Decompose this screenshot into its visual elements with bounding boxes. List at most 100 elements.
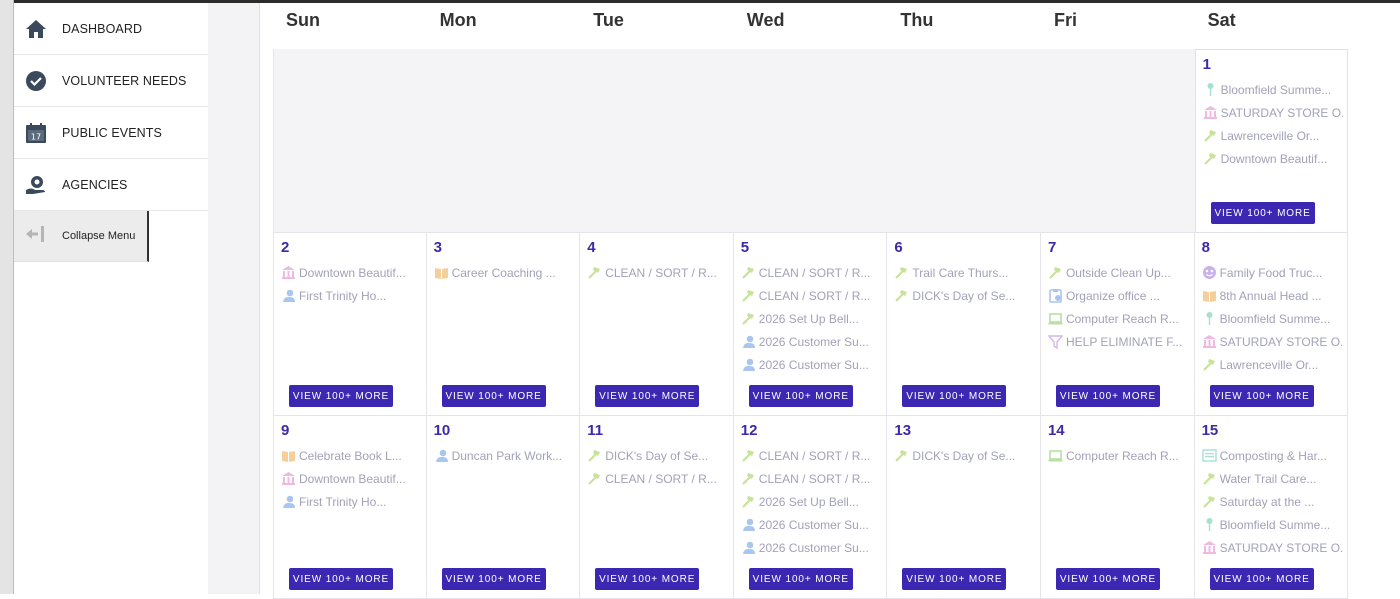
view-more-button[interactable]: VIEW 100+ MORE xyxy=(902,385,1007,407)
event-item[interactable]: Saturday at the ... xyxy=(1202,490,1344,513)
view-more-button[interactable]: VIEW 100+ MORE xyxy=(441,385,546,407)
view-more-button[interactable]: VIEW 100+ MORE xyxy=(289,385,393,407)
event-item[interactable]: Bloomfield Summe... xyxy=(1203,78,1344,101)
calendar-day-cell[interactable]: 1 Bloomfield Summe... SATURDAY STORE O... L… xyxy=(1194,49,1349,233)
calendar-day-cell[interactable]: 4 CLEAN / SORT / R... VIEW 100+ MORE xyxy=(580,233,734,416)
view-more-button[interactable]: VIEW 100+ MORE xyxy=(1055,385,1160,407)
event-title: CLEAN / SORT / R... xyxy=(758,448,871,463)
event-item[interactable]: 2026 Set Up Bell... xyxy=(741,307,883,330)
calendar-day-cell[interactable]: 7 Outside Clean Up... Organize office ... C… xyxy=(1040,233,1195,416)
event-item[interactable]: Family Food Truc... xyxy=(1202,261,1344,284)
calendar-day-cell[interactable]: 10 Duncan Park Work... VIEW 100+ MORE xyxy=(426,416,581,599)
sidebar-item-volunteer-needs[interactable]: VOLUNTEER NEEDS xyxy=(14,55,208,107)
event-item[interactable]: First Trinity Ho... xyxy=(281,490,422,513)
event-item[interactable]: Organize office ... xyxy=(1048,284,1190,307)
event-item[interactable]: Downtown Beautif... xyxy=(281,467,422,490)
event-item[interactable]: DICK's Day of Se... xyxy=(894,284,1036,307)
pin-icon xyxy=(1202,517,1217,532)
event-title: Computer Reach R... xyxy=(1065,311,1179,326)
sidebar-item-public-events[interactable]: 17 PUBLIC EVENTS xyxy=(14,107,208,159)
event-item[interactable]: CLEAN / SORT / R... xyxy=(741,444,883,467)
event-item[interactable]: CLEAN / SORT / R... xyxy=(587,467,729,490)
view-more-button[interactable]: VIEW 100+ MORE xyxy=(595,385,700,407)
event-item[interactable]: 2026 Customer Su... xyxy=(741,353,883,376)
view-more-button[interactable]: VIEW 100+ MORE xyxy=(595,568,700,590)
event-item[interactable]: Bloomfield Summe... xyxy=(1202,307,1344,330)
sidebar-item-dashboard[interactable]: DASHBOARD xyxy=(14,3,208,55)
content-gutter xyxy=(208,3,260,594)
event-item[interactable]: CLEAN / SORT / R... xyxy=(587,261,729,284)
event-item[interactable]: 2026 Customer Su... xyxy=(741,536,883,559)
event-item[interactable]: SATURDAY STORE O... xyxy=(1203,101,1343,124)
calendar-day-cell[interactable]: 5 CLEAN / SORT / R... CLEAN / SORT / R... 2… xyxy=(733,233,888,416)
day-number: 6 xyxy=(894,239,903,256)
home-icon xyxy=(24,17,48,41)
event-item[interactable]: Trail Care Thurs... xyxy=(894,261,1036,284)
hammer-icon xyxy=(587,265,602,280)
event-item[interactable]: Lawrenceville Or... xyxy=(1202,353,1344,376)
event-item[interactable]: SATURDAY STORE O... xyxy=(1202,536,1343,559)
day-of-week-wed: Wed xyxy=(746,10,785,30)
event-item[interactable]: 2026 Customer Su... xyxy=(741,330,883,353)
calendar-day-cell[interactable]: 11 DICK's Day of Se... CLEAN / SORT / R...… xyxy=(580,416,734,599)
event-item[interactable]: DICK's Day of Se... xyxy=(587,444,729,467)
event-item[interactable]: Downtown Beautif... xyxy=(281,261,422,284)
event-item[interactable]: CLEAN / SORT / R... xyxy=(741,467,883,490)
sidebar-item-agencies[interactable]: AGENCIES xyxy=(14,159,208,211)
event-item[interactable]: First Trinity Ho... xyxy=(281,284,422,307)
event-title: CLEAN / SORT / R... xyxy=(605,265,717,280)
calendar-day-cell[interactable]: 6 Trail Care Thurs... DICK's Day of Se... V… xyxy=(887,233,1041,416)
event-item[interactable]: CLEAN / SORT / R... xyxy=(741,284,883,307)
event-item[interactable]: CLEAN / SORT / R... xyxy=(741,261,883,284)
calendar-day-cell[interactable]: 15 Composting & Har... Water Trail Care...… xyxy=(1194,416,1349,599)
book-icon xyxy=(281,448,296,463)
view-more-button[interactable]: VIEW 100+ MORE xyxy=(748,568,853,590)
view-more-button[interactable]: VIEW 100+ MORE xyxy=(1210,202,1315,224)
view-more-button[interactable]: VIEW 100+ MORE xyxy=(748,385,853,407)
view-more-button[interactable]: VIEW 100+ MORE xyxy=(1055,568,1160,590)
calendar-day-cell[interactable]: 13 DICK's Day of Se... VIEW 100+ MORE xyxy=(887,416,1041,599)
event-list: Celebrate Book L... Downtown Beautif... Fi… xyxy=(281,444,422,513)
view-more-button[interactable]: VIEW 100+ MORE xyxy=(902,568,1007,590)
event-item[interactable]: Composting & Har... xyxy=(1201,444,1344,467)
event-item[interactable]: Duncan Park Work... xyxy=(434,444,576,467)
event-item[interactable]: HELP ELIMINATE F... xyxy=(1047,330,1190,353)
calendar-day-cell[interactable]: 12 CLEAN / SORT / R... CLEAN / SORT / R...… xyxy=(733,416,888,599)
event-item[interactable]: Bloomfield Summe... xyxy=(1202,513,1344,536)
svg-text:17: 17 xyxy=(31,132,41,141)
view-more-button[interactable]: VIEW 100+ MORE xyxy=(1209,568,1314,590)
event-list: CLEAN / SORT / R... CLEAN / SORT / R... 20… xyxy=(741,261,883,376)
event-item[interactable]: 2026 Set Up Bell... xyxy=(741,490,883,513)
event-item[interactable]: 2026 Customer Su... xyxy=(741,513,883,536)
calendar-day-cell[interactable]: 3 Career Coaching ... VIEW 100+ MORE xyxy=(426,233,581,416)
event-item[interactable]: Computer Reach R... xyxy=(1048,444,1190,467)
collapse-menu-button[interactable]: Collapse Menu xyxy=(14,211,149,262)
day-number: 5 xyxy=(740,239,750,256)
day-number: 8 xyxy=(1201,239,1210,256)
event-title: Downtown Beautif... xyxy=(1220,151,1328,166)
view-more-button[interactable]: VIEW 100+ MORE xyxy=(441,568,546,590)
event-item[interactable]: Water Trail Care... xyxy=(1202,467,1344,490)
event-item[interactable]: Outside Clean Up... xyxy=(1048,261,1190,284)
event-item[interactable]: Computer Reach R... xyxy=(1048,307,1190,330)
view-more-button[interactable]: VIEW 100+ MORE xyxy=(1209,385,1314,407)
calendar-day-cell[interactable]: 8 Family Food Truc... 8th Annual Head ... B… xyxy=(1194,233,1349,416)
event-item[interactable]: 8th Annual Head ... xyxy=(1202,284,1344,307)
calendar-day-cell[interactable]: 14 Computer Reach R... VIEW 100+ MORE xyxy=(1040,416,1195,599)
event-title: Computer Reach R... xyxy=(1065,448,1179,463)
event-item[interactable]: SATURDAY STORE O... xyxy=(1202,330,1344,353)
event-item[interactable]: DICK's Day of Se... xyxy=(894,444,1036,467)
list-icon xyxy=(1201,448,1217,463)
event-title: 2026 Set Up Bell... xyxy=(758,311,859,326)
calendar-day-cell[interactable]: 9 Celebrate Book L... Downtown Beautif... F… xyxy=(273,416,427,599)
event-item[interactable]: Career Coaching ... xyxy=(434,261,576,284)
event-item[interactable]: Celebrate Book L... xyxy=(281,444,422,467)
day-of-week-sat: Sat xyxy=(1207,10,1236,30)
calendar-day-cell[interactable]: 2 Downtown Beautif... First Trinity Ho... V… xyxy=(273,233,427,416)
view-more-button[interactable]: VIEW 100+ MORE xyxy=(289,568,393,590)
building-icon xyxy=(281,471,296,486)
event-item[interactable]: Downtown Beautif... xyxy=(1203,147,1344,170)
hammer-icon xyxy=(1203,128,1218,143)
event-item[interactable]: Lawrenceville Or... xyxy=(1203,124,1344,147)
event-title: SATURDAY STORE O... xyxy=(1219,334,1344,349)
